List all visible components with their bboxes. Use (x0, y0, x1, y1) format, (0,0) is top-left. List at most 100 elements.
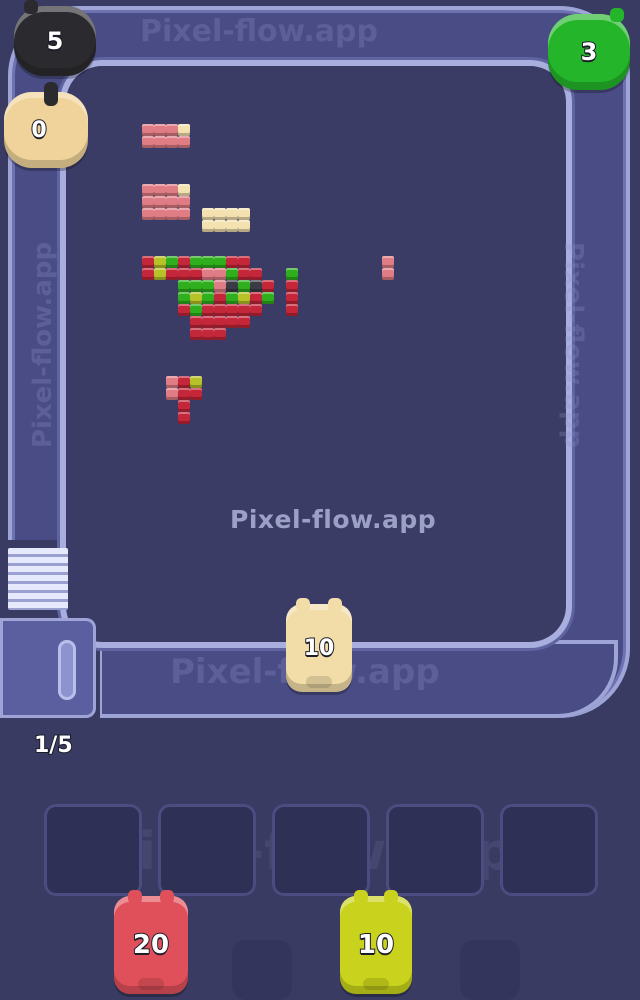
cream-pig-left[interactable]: 0 (4, 82, 88, 168)
pixel-block (214, 208, 226, 220)
pixel-block (250, 304, 262, 316)
holding-slot[interactable] (500, 804, 598, 896)
pixel-block (214, 268, 226, 280)
green-pig[interactable]: 3 (548, 8, 630, 90)
pixel-block (190, 328, 202, 340)
yellow-pig[interactable]: 10 (340, 890, 412, 994)
red-pig[interactable]: 20 (114, 890, 188, 994)
pixel-block (142, 196, 154, 208)
pig-count: 10 (303, 635, 336, 662)
pixel-block (250, 292, 262, 304)
pixel-block (178, 268, 190, 280)
pixel-block (214, 256, 226, 268)
pig-snout (306, 676, 332, 688)
pixel-block (178, 400, 190, 412)
pixel-block (166, 208, 178, 220)
pixel-block (154, 256, 166, 268)
pixel-block (214, 292, 226, 304)
pixel-block (202, 304, 214, 316)
holding-slot[interactable] (386, 804, 484, 896)
pixel-block (226, 316, 238, 328)
pixel-block (178, 412, 190, 424)
pixel-block (154, 184, 166, 196)
black-pig[interactable]: 5 (14, 0, 96, 76)
pixel-block (190, 280, 202, 292)
pixel-block (226, 304, 238, 316)
pixel-block (142, 256, 154, 268)
pixel-block (154, 124, 166, 136)
conveyor-stairs (8, 548, 68, 610)
pixel-block (286, 280, 298, 292)
pixel-block (178, 388, 190, 400)
pixel-block (214, 304, 226, 316)
pixel-block (382, 256, 394, 268)
pixel-block (166, 388, 178, 400)
pixel-block (238, 220, 250, 232)
pixel-block (238, 316, 250, 328)
pig-count: 10 (357, 929, 395, 961)
pixel-block (154, 136, 166, 148)
pixel-block (190, 292, 202, 304)
pixel-block (166, 136, 178, 148)
game-board: Pixel-flow.app Pixel-flow.app Pixel-flow… (0, 0, 640, 1000)
pixel-block (166, 268, 178, 280)
pixel-block (262, 280, 274, 292)
pixel-block (142, 184, 154, 196)
pixel-block (166, 256, 178, 268)
pixel-block (190, 376, 202, 388)
pixel-block (202, 328, 214, 340)
pig-ear (354, 890, 368, 904)
pig-ear (328, 598, 342, 612)
conveyor-feeder (0, 618, 96, 718)
pixel-block (226, 268, 238, 280)
pixel-block (178, 136, 190, 148)
holding-slot[interactable] (158, 804, 256, 896)
pixel-block (238, 280, 250, 292)
pixel-block (202, 316, 214, 328)
pixel-block (238, 268, 250, 280)
pig-ear (160, 890, 174, 904)
pixel-block (178, 256, 190, 268)
pig-ear (128, 890, 142, 904)
pixel-block (154, 208, 166, 220)
pixel-block (250, 280, 262, 292)
pixel-block (154, 268, 166, 280)
pixel-canvas (66, 66, 566, 642)
pixel-block (382, 268, 394, 280)
pixel-block (190, 268, 202, 280)
pig-snout (363, 978, 389, 990)
queue-shadow (232, 940, 292, 1000)
pixel-block (190, 304, 202, 316)
pixel-block (142, 208, 154, 220)
holding-slot[interactable] (44, 804, 142, 896)
pixel-block (226, 208, 238, 220)
pixel-block (250, 268, 262, 280)
track-watermark-top: Pixel-flow.app (140, 14, 378, 49)
pig-ear (24, 0, 38, 14)
pig-ear (44, 82, 58, 106)
conveyor-counter: 1/5 (33, 732, 74, 759)
pig-count: 0 (30, 117, 47, 144)
pixel-block (178, 376, 190, 388)
pig-snout (138, 978, 164, 990)
pixel-block (286, 292, 298, 304)
pixel-block (166, 376, 178, 388)
pixel-block (214, 280, 226, 292)
pixel-block (226, 256, 238, 268)
pixel-block (202, 268, 214, 280)
pixel-block (142, 136, 154, 148)
pig-ear (296, 598, 310, 612)
pixel-block (154, 196, 166, 208)
cream-pig-bottom[interactable]: 10 (286, 598, 352, 692)
queue-shadow (460, 940, 520, 1000)
pixel-block (178, 184, 190, 196)
holding-slot[interactable] (272, 804, 370, 896)
pixel-block (178, 304, 190, 316)
pixel-block (142, 124, 154, 136)
pig-ear (384, 890, 398, 904)
center-watermark: Pixel-flow.app (230, 505, 437, 534)
pixel-block (238, 208, 250, 220)
pixel-block (262, 292, 274, 304)
pixel-block (166, 184, 178, 196)
pixel-block (214, 220, 226, 232)
